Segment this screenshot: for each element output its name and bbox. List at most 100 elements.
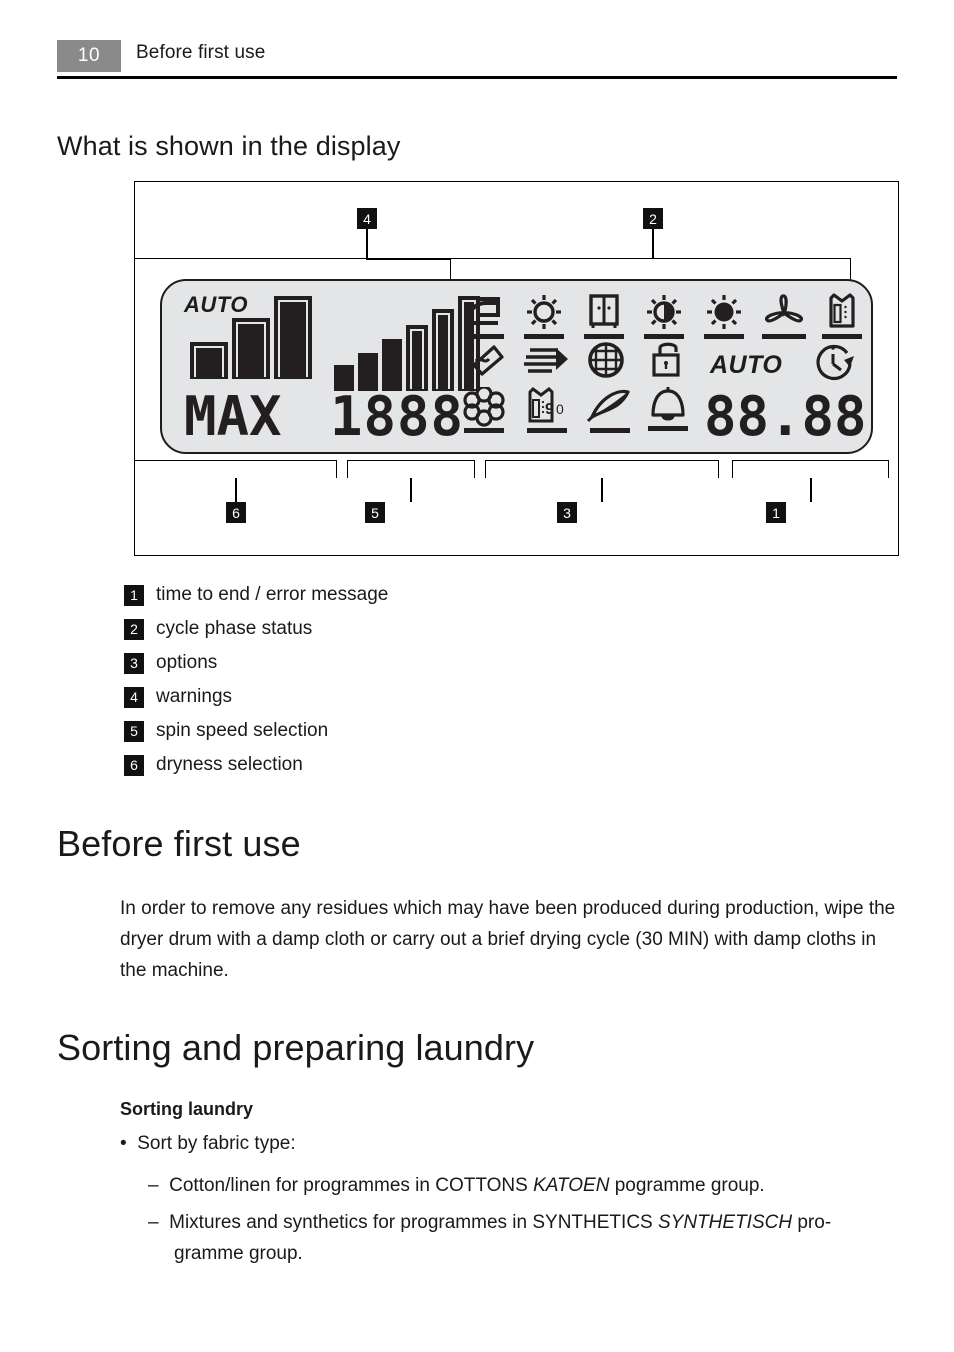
legend-chip-3: 3 [124, 652, 144, 674]
callout-1: 1 [766, 502, 786, 523]
iron-icon-cell [462, 293, 506, 339]
svg-text:0: 0 [556, 401, 564, 417]
heading-sorting-preparing: Sorting and preparing laundry [57, 1027, 535, 1068]
shirt-icon-cell [820, 293, 864, 339]
dryness-bar-3 [274, 296, 312, 379]
svg-text:9: 9 [545, 401, 554, 418]
spin-bar-4 [406, 325, 428, 391]
shirt-90-icon: 9 0 [528, 387, 564, 423]
dash-cotton-pre: Cotton/linen for programmes in COTTONS [169, 1175, 534, 1196]
feather-icon [586, 389, 630, 423]
leader-5-vertical [410, 478, 412, 502]
bell-underline [648, 426, 688, 431]
legend-item: 4 warnings [124, 680, 388, 714]
wardrobe-underline [584, 334, 624, 339]
legend-item: 3 options [124, 646, 388, 680]
airflow-arrow-icon-cell [522, 343, 570, 381]
dryness-segment-text: MAX [184, 385, 282, 448]
legend-label-6: dryness selection [156, 754, 303, 775]
flower-icon [463, 387, 505, 427]
dash-marker: – [148, 1175, 170, 1196]
time-auto-label: AUTO [710, 351, 783, 379]
buzzer-bell-icon [651, 387, 685, 421]
legend-chip-6: 6 [124, 754, 144, 776]
legend-label-5: spin speed selection [156, 720, 329, 741]
legend-label-3: options [156, 652, 218, 673]
flower-icon-cell [462, 387, 506, 433]
callout-5: 5 [365, 502, 385, 523]
callout-2: 2 [643, 208, 663, 229]
fan-icon-cell [760, 293, 808, 339]
bracket-3 [485, 460, 719, 478]
subheading-sorting-laundry: Sorting laundry [120, 1099, 254, 1119]
dash-cotton-post: pogramme group. [609, 1175, 765, 1196]
legend-item: 2 cycle phase status [124, 612, 388, 646]
callout-4: 4 [357, 208, 377, 229]
bullet-text: Sort by fabric type: [137, 1133, 296, 1154]
legend-item: 6 dryness selection [124, 748, 388, 782]
leader-4-vertical [366, 229, 368, 258]
page-header: 10 Before first use [57, 40, 897, 76]
running-head: Before first use [136, 42, 266, 63]
legend-chip-5: 5 [124, 720, 144, 742]
legend-label-2: cycle phase status [156, 618, 313, 639]
filter-mesh-icon-cell [584, 341, 628, 381]
page-number: 10 [57, 40, 121, 72]
leader-3-vertical [601, 478, 603, 502]
figure-legend: 1 time to end / error message 2 cycle ph… [124, 578, 388, 782]
legend-chip-2: 2 [124, 618, 144, 640]
spin-segment-text: 1888 [330, 385, 465, 448]
airflow-arrow-icon [524, 348, 568, 373]
header-divider [57, 76, 897, 79]
legend-chip-1: 1 [124, 584, 144, 606]
dryness-bar-2 [232, 318, 270, 379]
leader-1-vertical [810, 478, 812, 502]
legend-label-4: warnings [156, 686, 233, 707]
delay-start-icon-cell [812, 343, 858, 385]
fan-icon [765, 294, 803, 323]
filter-mesh-icon [588, 342, 624, 378]
legend-item: 1 time to end / error message [124, 578, 388, 612]
sun-filled-underline [704, 334, 744, 339]
wardrobe-icon [589, 294, 619, 328]
heading-what-is-shown: What is shown in the display [57, 131, 401, 161]
child-lock-icon-cell [646, 341, 690, 381]
lcd-display-panel: AUTO MAX 1888 9 0 AUTO 88.88 [160, 279, 873, 454]
sun-filled-icon-cell [702, 293, 746, 339]
dryness-bar-1 [190, 342, 228, 379]
shirt-icon [829, 293, 855, 328]
spin-bar-3 [382, 339, 402, 391]
feather-icon-cell [586, 387, 634, 433]
delay-start-clock-icon [816, 344, 854, 381]
sun-half-underline [644, 334, 684, 339]
bullet-marker: • [120, 1133, 138, 1154]
sun-outline-underline [524, 334, 564, 339]
sun-filled-icon [707, 295, 741, 329]
time-segment-text: 88.88 [704, 385, 867, 448]
dash-item-cotton: – Cotton/linen for programmes in COTTONS… [148, 1170, 908, 1201]
heading-before-first-use: Before first use [57, 823, 301, 864]
bracket-6 [134, 460, 337, 478]
dash-synth-pre: Mixtures and synthetics for programmes i… [169, 1212, 658, 1233]
dash-cotton-italic: KATOEN [533, 1175, 610, 1196]
leader-2-vertical [652, 229, 654, 258]
shirt-underline [822, 334, 862, 339]
flower-underline [464, 428, 504, 433]
fan-underline [762, 334, 806, 339]
legend-label-1: time to end / error message [156, 584, 389, 605]
feather-underline [590, 428, 630, 433]
dash-item-synthetics-line2: gramme group. [174, 1243, 303, 1264]
bracket-1 [732, 460, 889, 478]
shirt-90-icon-cell: 9 0 [522, 387, 572, 433]
dash-synth-post: pro- [792, 1212, 832, 1233]
callout-3: 3 [557, 502, 577, 523]
iron-underline [464, 334, 504, 339]
dash-synth-italic: SYNTHETISCH [658, 1212, 793, 1233]
leader-6-vertical [235, 478, 237, 502]
dash-item-synthetics: – Mixtures and synthetics for programmes… [148, 1207, 908, 1238]
sun-outline-icon [527, 295, 561, 329]
callout-6: 6 [226, 502, 246, 523]
iron-icon [466, 297, 500, 325]
legend-item: 5 spin speed selection [124, 714, 388, 748]
bullet-sort-by-fabric: • Sort by fabric type: [120, 1133, 296, 1155]
